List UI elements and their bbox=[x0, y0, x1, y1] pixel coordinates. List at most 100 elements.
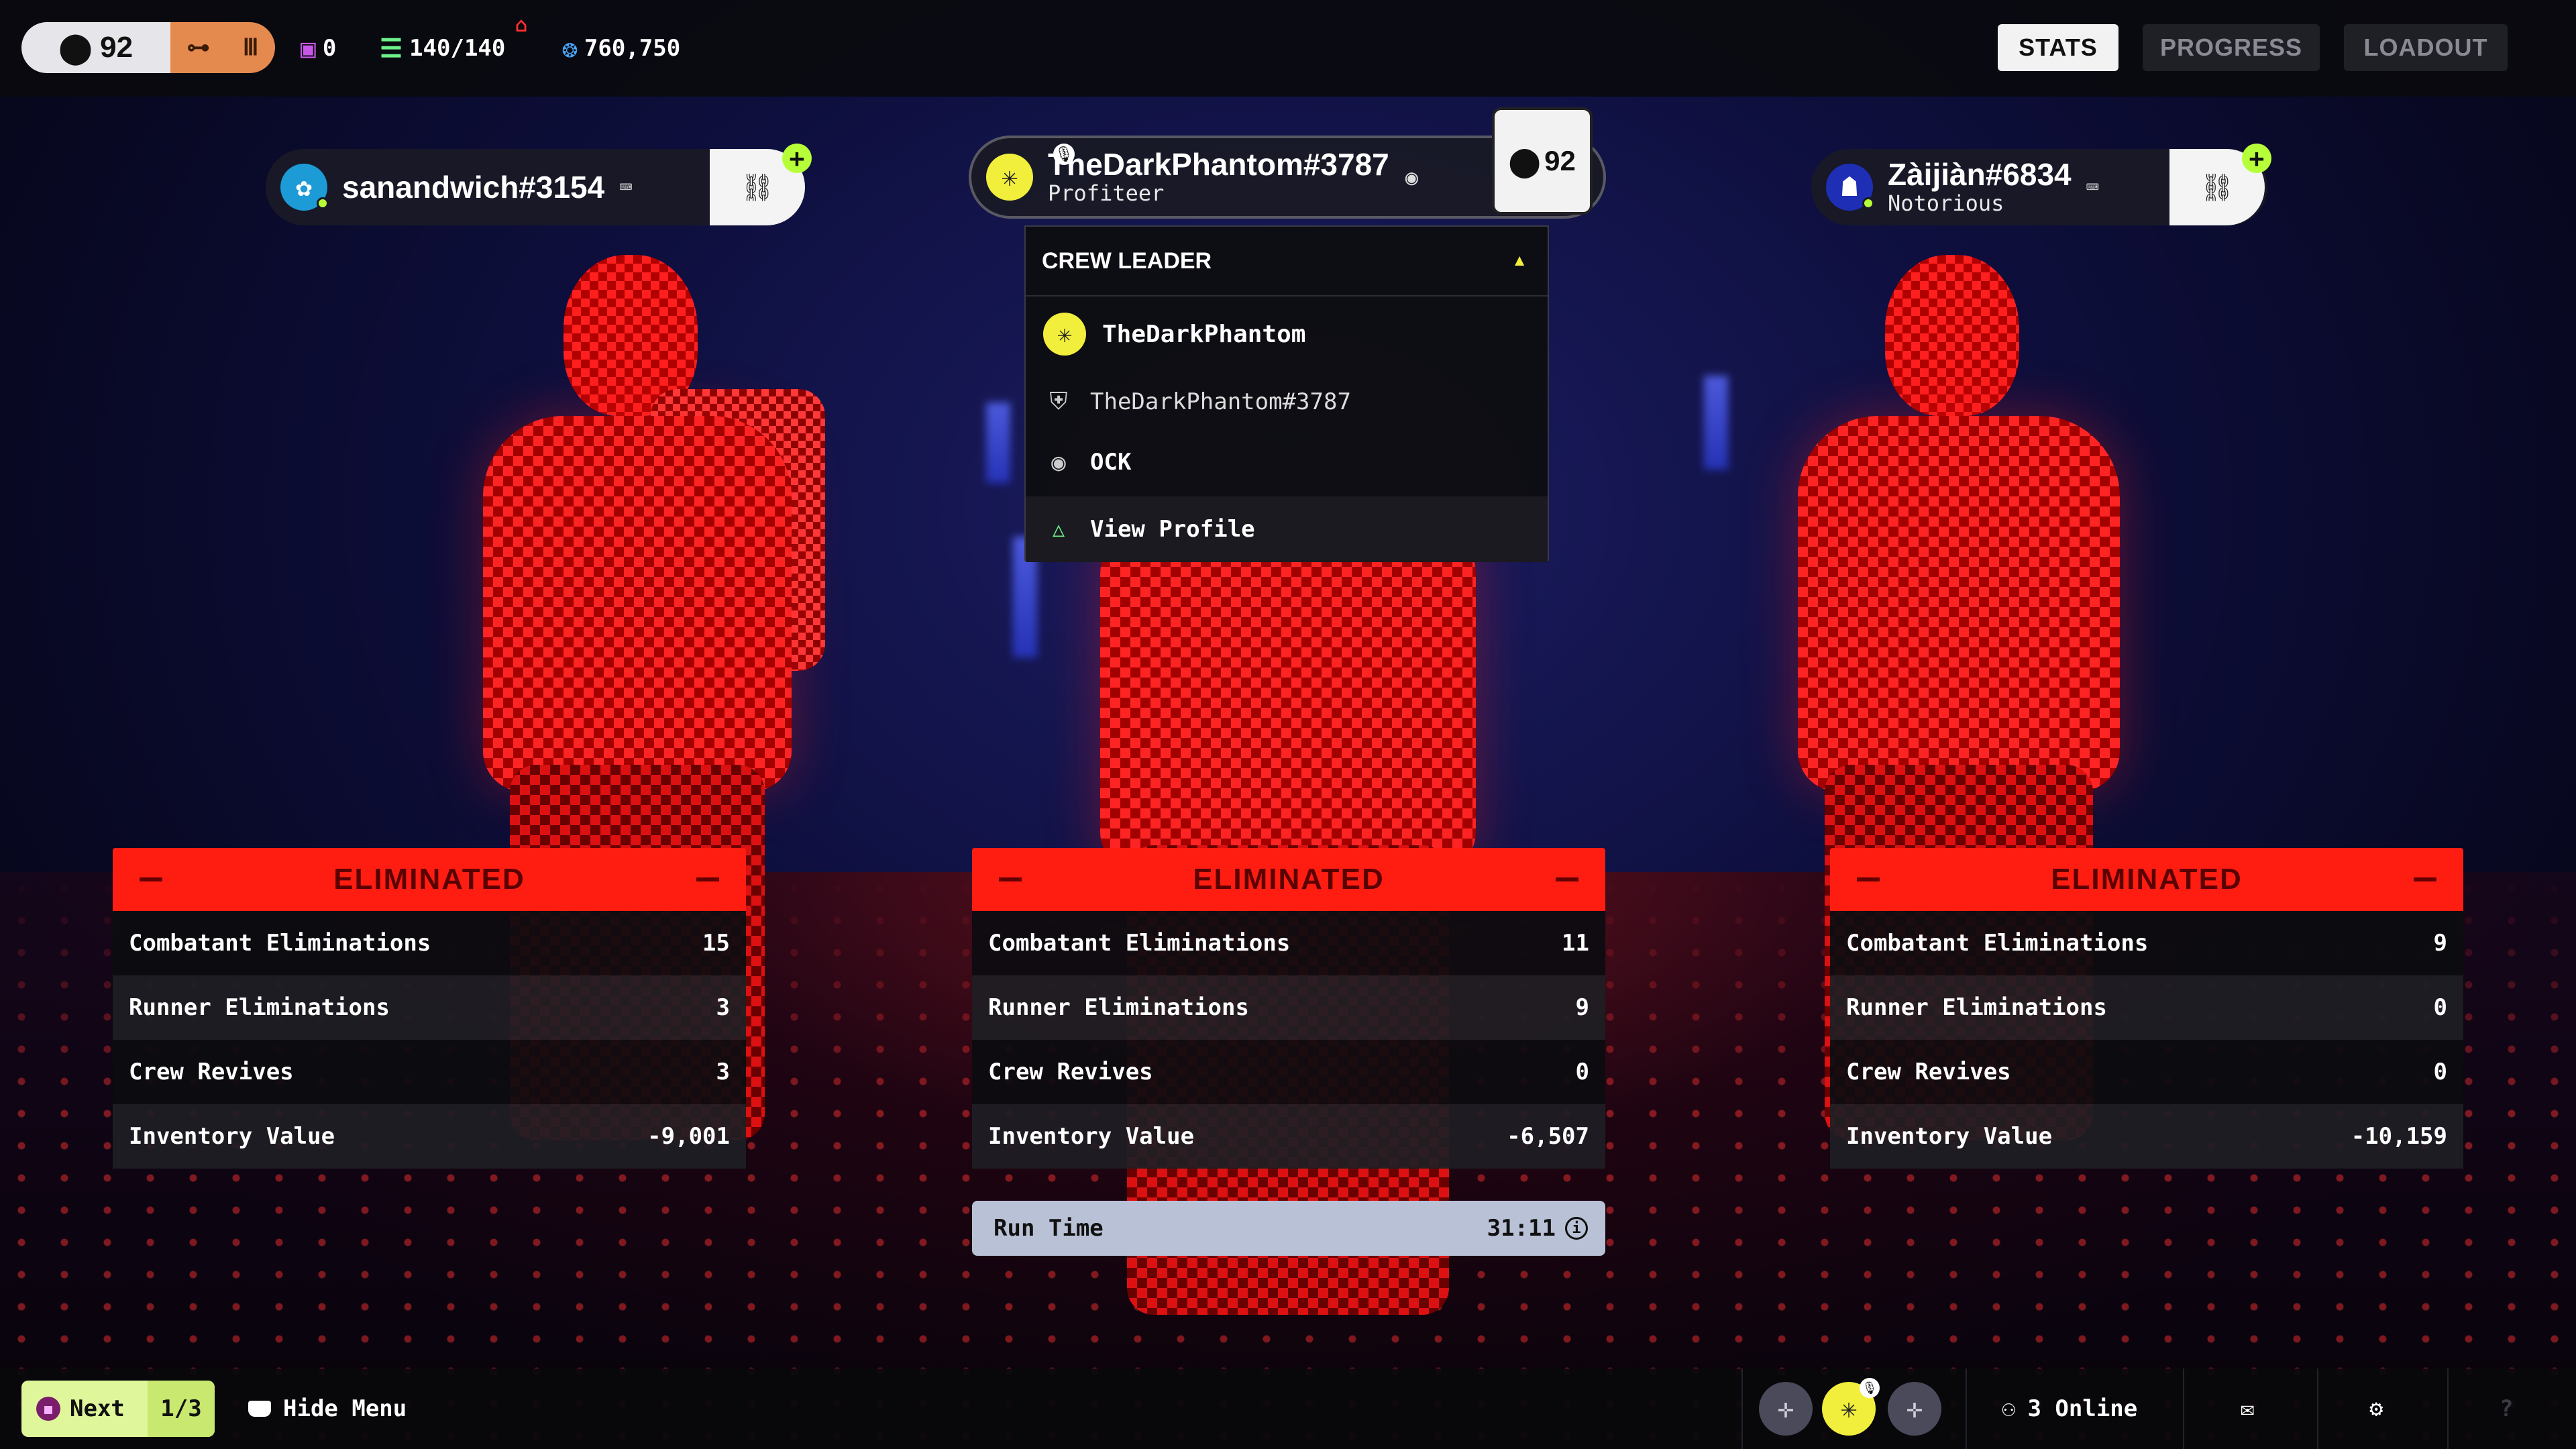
status-label: ELIMINATED bbox=[2051, 863, 2243, 896]
dropdown-row-bungie-id[interactable]: ⛨ TheDarkPhantom#3787 bbox=[1026, 372, 1548, 432]
run-time-value: 31:11 bbox=[1487, 1215, 1556, 1242]
help-button[interactable]: ? bbox=[2500, 1368, 2513, 1449]
dropdown-label: TheDarkPhantom bbox=[1102, 320, 1306, 348]
add-friend-button-left[interactable]: + bbox=[782, 144, 812, 173]
avatar: ✳ bbox=[986, 154, 1033, 201]
add-friend-button-right[interactable]: + bbox=[2242, 144, 2271, 173]
crew-slot-empty-button[interactable]: ✛ bbox=[1888, 1382, 1941, 1436]
status-banner: ELIMINATED bbox=[1830, 848, 2463, 911]
stat-card-left: ELIMINATED Combatant Eliminations 15 Runn… bbox=[113, 848, 746, 1169]
currency-supplies: ☰ 140/140 ⌂ bbox=[380, 13, 527, 68]
tab-progress[interactable]: PROGRESS bbox=[2143, 24, 2320, 71]
help-icon: ? bbox=[2500, 1395, 2514, 1422]
player-title: Profiteer bbox=[1048, 180, 1165, 206]
tab-loadout[interactable]: LOADOUT bbox=[2344, 24, 2508, 71]
avatar: ☗ bbox=[1826, 164, 1874, 211]
touchpad-icon bbox=[248, 1401, 271, 1417]
next-button[interactable]: ■ Next 1/3 bbox=[21, 1381, 215, 1437]
stat-card-center: ELIMINATED Combatant Eliminations 11 Runn… bbox=[972, 848, 1605, 1169]
stat-row: Crew Revives 0 bbox=[972, 1040, 1605, 1104]
player-name: Zàijiàn#6834 bbox=[1888, 157, 2072, 192]
playstation-icon: ◉ bbox=[1405, 164, 1419, 190]
stat-card-right: ELIMINATED Combatant Eliminations 9 Runne… bbox=[1830, 848, 2463, 1169]
info-icon[interactable]: i bbox=[1565, 1217, 1588, 1240]
crosshair-icon: ✛ bbox=[1777, 1393, 1794, 1424]
stack-icon: ☰ bbox=[380, 34, 403, 63]
player-level: 92 bbox=[100, 31, 133, 64]
stat-row: Crew Revives 3 bbox=[113, 1040, 746, 1104]
page-counter: 1/3 bbox=[148, 1381, 215, 1437]
pc-keyboard-icon: ⌨ bbox=[2086, 174, 2099, 200]
pc-keyboard-icon: ⌨ bbox=[619, 174, 633, 200]
top-bar: ⬤ 92 ⊶ Ⅲ ▣ 0 ☰ 140/140 ⌂ ❂ 760,750 STATS… bbox=[0, 0, 2576, 97]
bungie-icon: ⛨ bbox=[1049, 388, 1068, 415]
link-icon: ⛓ bbox=[2200, 172, 2235, 203]
player-name: TheDarkPhantom#3787 bbox=[1048, 147, 1389, 182]
online-status-dot bbox=[317, 197, 329, 209]
run-time-label: Run Time bbox=[994, 1215, 1104, 1242]
square-badge-icon: ▣ bbox=[301, 34, 316, 63]
online-status-dot bbox=[1862, 197, 1874, 209]
collapse-arrow-icon[interactable]: ▲ bbox=[1511, 252, 1527, 270]
dropdown-row-platform-id[interactable]: ◉ OCK bbox=[1026, 432, 1548, 492]
dropdown-title: CREW LEADER bbox=[1042, 248, 1212, 274]
stat-row: Inventory Value -10,159 bbox=[1830, 1104, 2463, 1169]
currency-credits: ❂ 760,750 bbox=[562, 28, 680, 68]
avatar-icon: ✳ bbox=[1043, 313, 1086, 356]
tab-stats[interactable]: STATS bbox=[1998, 24, 2118, 71]
stat-row: Combatant Eliminations 11 bbox=[972, 911, 1605, 975]
dropdown-label: View Profile bbox=[1090, 516, 1255, 543]
stat-row: Inventory Value -9,001 bbox=[113, 1104, 746, 1169]
alert-icon: ⌂ bbox=[515, 13, 528, 37]
bottom-bar: ■ Next 1/3 Hide Menu ✛ ✳ 🎙 ✛ ⚇ 3 Online … bbox=[0, 1368, 2576, 1449]
microphone-icon: 🎙 bbox=[1860, 1378, 1880, 1398]
dropdown-label: OCK bbox=[1090, 449, 1132, 476]
dropdown-header[interactable]: CREW LEADER ▲ bbox=[1026, 227, 1548, 297]
gear-icon: ⚙ bbox=[2369, 1395, 2383, 1422]
mail-button[interactable]: ✉ bbox=[2241, 1368, 2254, 1449]
credit-icon: ❂ bbox=[562, 34, 578, 63]
hide-menu-button[interactable]: Hide Menu bbox=[248, 1368, 407, 1449]
crew-slot-empty-button[interactable]: ✛ bbox=[1759, 1382, 1813, 1436]
next-label: Next bbox=[70, 1395, 125, 1422]
dropdown-label: TheDarkPhantom#3787 bbox=[1090, 388, 1351, 415]
avatar-icon: ✳ bbox=[1001, 162, 1018, 193]
dropdown-row-display-name[interactable]: ✳ TheDarkPhantom bbox=[1026, 297, 1548, 372]
currency-badges: ▣ 0 bbox=[301, 28, 336, 68]
currency-value: 0 bbox=[322, 35, 337, 62]
mail-icon: ✉ bbox=[2241, 1395, 2255, 1422]
currency-value: 760,750 bbox=[584, 35, 681, 62]
runner-helmet-icon: ⬤ bbox=[58, 31, 93, 64]
view-profile-button[interactable]: △ View Profile bbox=[1026, 496, 1548, 562]
rank-node-icon: ⊶ bbox=[186, 34, 210, 61]
runner-helmet-icon: ⬤ bbox=[1509, 145, 1541, 177]
stat-row: Runner Eliminations 3 bbox=[113, 975, 746, 1040]
currency-value: 140/140 bbox=[409, 35, 506, 62]
playstation-icon: ◉ bbox=[1051, 448, 1066, 476]
crew-leader-level-badge: ⬤ 92 bbox=[1492, 107, 1593, 215]
people-icon: ⚇ bbox=[2002, 1395, 2016, 1422]
status-banner: ELIMINATED bbox=[972, 848, 1605, 911]
microphone-icon: 🎙 bbox=[1053, 144, 1075, 165]
hide-menu-label: Hide Menu bbox=[283, 1395, 407, 1422]
rank-bars-icon: Ⅲ bbox=[242, 34, 259, 61]
stat-row: Combatant Eliminations 15 bbox=[113, 911, 746, 975]
status-banner: ELIMINATED bbox=[113, 848, 746, 911]
player-title: Notorious bbox=[1888, 191, 2004, 216]
stat-row: Combatant Eliminations 9 bbox=[1830, 911, 2463, 975]
stat-row: Crew Revives 0 bbox=[1830, 1040, 2463, 1104]
settings-button[interactable]: ⚙ bbox=[2369, 1368, 2383, 1449]
square-button-icon: ■ bbox=[36, 1397, 60, 1421]
player-level: 92 bbox=[1544, 145, 1576, 176]
avatar-icon: ✳ bbox=[1840, 1393, 1858, 1424]
avatar-icon: ✿ bbox=[295, 172, 313, 203]
stat-row: Runner Eliminations 9 bbox=[972, 975, 1605, 1040]
crosshair-icon: ✛ bbox=[1906, 1393, 1923, 1424]
player-level-pill[interactable]: ⬤ 92 ⊶ Ⅲ bbox=[21, 22, 275, 73]
avatar-icon: ☗ bbox=[1841, 172, 1858, 203]
online-friends-button[interactable]: ⚇ 3 Online bbox=[2002, 1368, 2137, 1449]
run-time-bar: Run Time 31:11 i bbox=[972, 1201, 1605, 1256]
online-count: 3 Online bbox=[2027, 1395, 2138, 1422]
avatar: ✿ bbox=[280, 164, 329, 211]
status-label: ELIMINATED bbox=[1193, 863, 1385, 896]
